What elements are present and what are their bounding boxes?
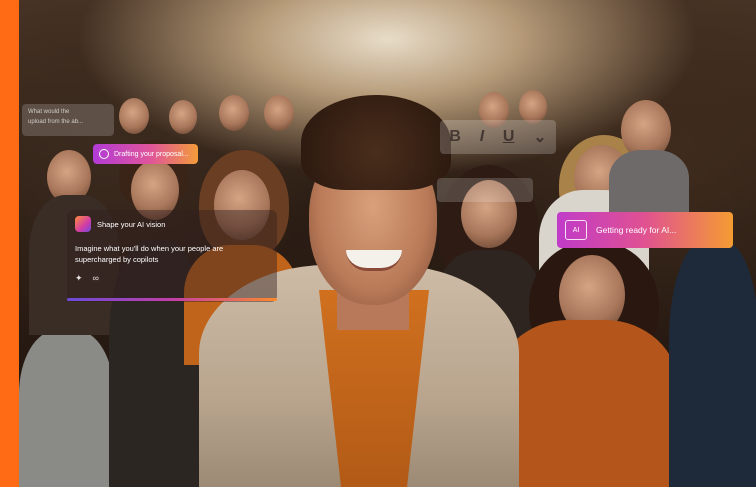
person-silhouette	[494, 320, 679, 487]
ai-badge-icon: AI	[565, 220, 587, 240]
italic-icon: I	[479, 128, 485, 145]
person-head	[219, 95, 249, 131]
copilot-logo-icon	[75, 216, 91, 232]
chevron-down-icon: ⌄	[533, 129, 547, 146]
ghost-text-card: What would the upload from the ab...	[22, 104, 114, 136]
person-head	[169, 100, 197, 134]
hero-hair	[301, 95, 451, 190]
person-head	[264, 95, 294, 131]
ai-gradient-line	[67, 298, 277, 301]
vision-prompt: Imagine what you'll do when your people …	[75, 244, 224, 264]
vision-title: Shape your AI vision	[97, 219, 166, 229]
hero-banner: What would the upload from the ab... B I…	[0, 0, 756, 487]
underline-icon: U	[502, 128, 515, 145]
person-silhouette	[609, 150, 689, 220]
attach-icon: ∞	[92, 272, 99, 283]
drafting-pill: Drafting your proposal...	[93, 144, 198, 164]
drafting-label: Drafting your proposal...	[114, 150, 189, 158]
getting-ready-pill: AI Getting ready for AI...	[557, 212, 733, 248]
accent-bar	[0, 0, 19, 487]
person-silhouette	[669, 240, 756, 487]
ai-vision-card: Shape your AI vision Imagine what you'll…	[67, 210, 277, 302]
ghost-panel	[437, 178, 533, 202]
sparkle-tool-icon: ✦	[75, 272, 83, 283]
ghost-line: What would the	[28, 109, 70, 115]
sparkle-icon	[99, 149, 109, 159]
ghost-line: upload from the ab...	[28, 119, 84, 126]
person-silhouette	[19, 330, 114, 487]
ghost-format-toolbar: B I U ⌄	[440, 120, 556, 154]
bold-icon: B	[449, 128, 461, 145]
person-head	[519, 90, 547, 124]
person-head	[119, 98, 149, 134]
getting-ready-label: Getting ready for AI...	[596, 225, 677, 235]
